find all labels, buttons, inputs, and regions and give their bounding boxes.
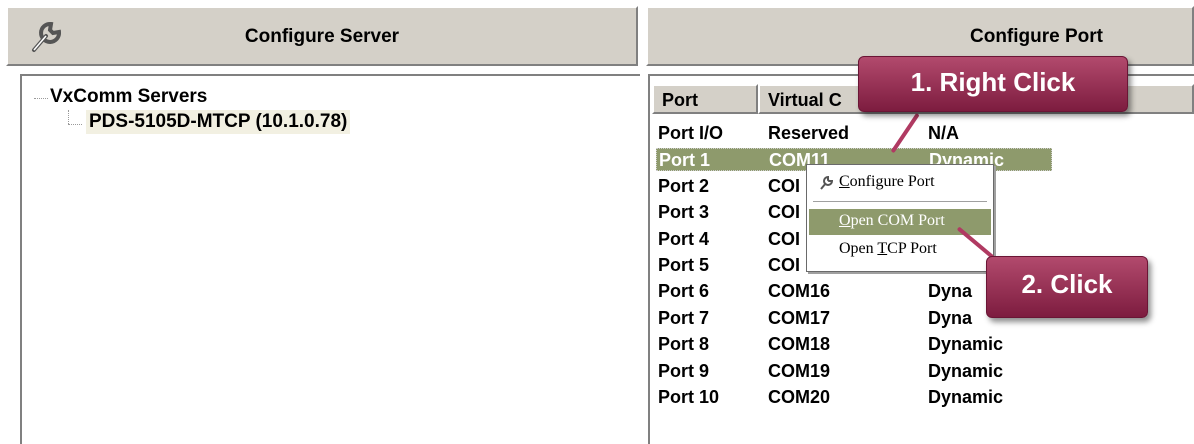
- table-row[interactable]: Port 10 COM20 Dynamic: [656, 386, 1052, 409]
- port-cell: Port 5: [658, 255, 710, 275]
- port-cell: Port 4: [658, 228, 710, 249]
- callout-click: 2. Click: [986, 256, 1148, 318]
- tree-connector: [34, 98, 48, 99]
- column-header-label: Port: [662, 90, 698, 110]
- virtual-com-cell: COI: [768, 202, 801, 223]
- port-cell: Port 2: [658, 175, 710, 196]
- tree-connector: [68, 110, 69, 124]
- virtual-com-cell: COI: [768, 228, 801, 249]
- port-cell: Port 6: [658, 281, 710, 302]
- virtual-com-cell: COM20: [768, 387, 831, 407]
- type-cell: Dyna: [928, 307, 973, 328]
- port-cell: Port 7: [658, 307, 710, 328]
- type-cell: N/A: [928, 123, 959, 143]
- menu-item-label: Open COM Port: [839, 212, 945, 229]
- menu-separator: [813, 201, 987, 203]
- table-row[interactable]: Port 8 COM18 Dynamic: [656, 333, 1052, 356]
- type-cell: Dyna: [928, 281, 973, 302]
- tree-item-server[interactable]: PDS-5105D-MTCP (10.1.0.78): [86, 110, 351, 134]
- tree-root-vxcomm-servers[interactable]: VxComm Servers: [50, 86, 207, 108]
- virtual-com-cell: COI: [768, 175, 801, 196]
- virtual-com-cell: COM16: [768, 281, 831, 302]
- port-cell: Port I/O: [658, 123, 724, 143]
- port-cell: Port 3: [658, 202, 710, 223]
- table-row[interactable]: Port 9 COM19 Dynamic: [656, 360, 1052, 383]
- tree-connector: [68, 124, 82, 125]
- callout-label: 1. Right Click: [910, 67, 1076, 97]
- type-cell: Dynamic: [928, 334, 1004, 355]
- menu-item-label: Configure Port: [839, 173, 935, 190]
- port-cell: Port 1: [659, 150, 711, 171]
- virtual-com-cell: Reserved: [768, 123, 850, 143]
- port-cell: Port 9: [658, 360, 710, 381]
- column-header-port[interactable]: Port: [652, 84, 758, 114]
- menu-item-label: Open TCP Port: [839, 240, 937, 257]
- configure-port-icon: [820, 175, 834, 190]
- configure-server-header[interactable]: Configure Server: [6, 6, 638, 66]
- virtual-com-cell: COM19: [768, 360, 831, 381]
- port-cell: Port 10: [658, 387, 720, 407]
- menu-item-open-tcp-port[interactable]: Open TCP Port: [809, 237, 991, 263]
- virtual-com-cell: COM18: [768, 334, 831, 355]
- type-cell: Dynamic: [928, 387, 1004, 407]
- table-row[interactable]: Port I/O Reserved N/A: [656, 122, 1052, 145]
- callout-label: 2. Click: [1021, 269, 1113, 299]
- callout-right-click: 1. Right Click: [858, 56, 1128, 112]
- port-cell: Port 8: [658, 334, 710, 355]
- virtual-com-cell: COM17: [768, 307, 831, 328]
- virtual-com-cell: COI: [768, 255, 801, 275]
- type-cell: Dynamic: [928, 360, 1004, 381]
- menu-item-configure-port[interactable]: Configure Port: [809, 170, 991, 196]
- server-tree[interactable]: VxComm Servers PDS-5105D-MTCP (10.1.0.78…: [20, 74, 640, 444]
- context-menu: Configure Port Open COM Port Open TCP Po…: [806, 164, 994, 272]
- configure-port-title: Configure Port: [970, 26, 1103, 47]
- configure-server-title: Configure Server: [244, 26, 400, 47]
- column-header-label: Virtual C: [768, 90, 842, 110]
